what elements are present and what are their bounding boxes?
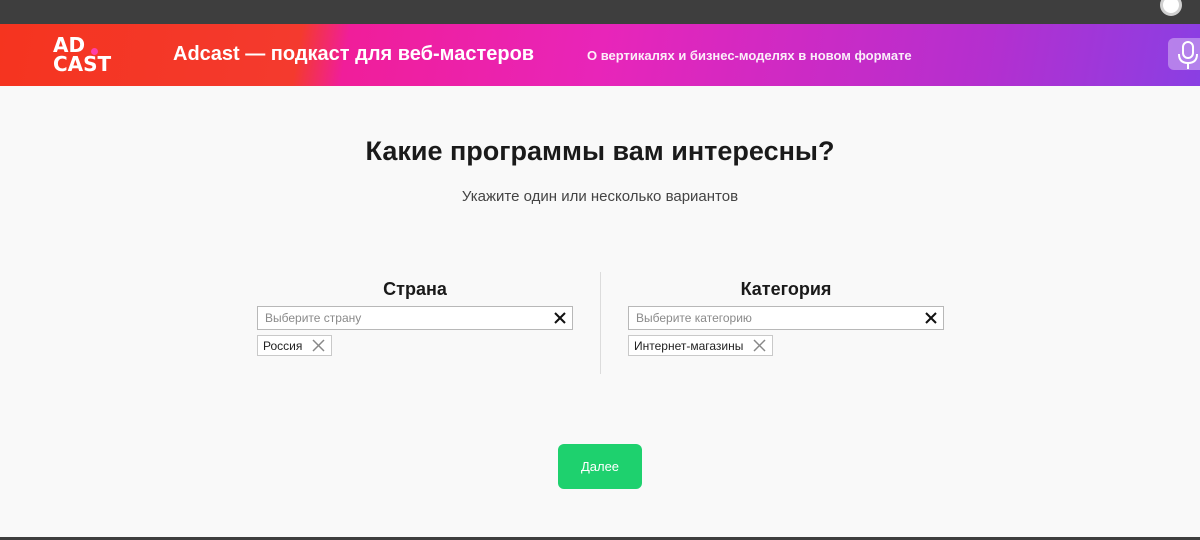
chat-icon[interactable] — [1160, 0, 1182, 16]
banner-title: Adcast — подкаст для веб-мастеров — [173, 43, 535, 65]
category-tag: Интернет-магазины — [628, 335, 774, 356]
country-title: Страна — [383, 279, 447, 299]
category-section: Категория Интернет-магазины — [628, 278, 944, 357]
country-tag: Россия — [257, 335, 333, 356]
category-title: Категория — [740, 279, 832, 299]
country-select[interactable] — [257, 306, 573, 330]
page-title: Какие программы вам интересны? — [365, 136, 835, 166]
page-hint: Укажите один или несколько вариантов — [461, 188, 739, 205]
adcast-logo: AD CAST — [53, 35, 117, 76]
country-selected-tags: Россия — [257, 335, 573, 357]
category-tag-label: Интернет-магазины — [634, 338, 744, 353]
microphone-icon — [1168, 38, 1200, 70]
country-search-input[interactable] — [258, 307, 538, 329]
browser-top-bar — [0, 0, 1200, 24]
remove-tag-icon[interactable] — [753, 339, 766, 352]
column-divider — [600, 272, 601, 374]
category-clear-icon[interactable] — [924, 311, 938, 325]
microphone-icon-glyph — [1178, 41, 1198, 69]
promo-banner[interactable]: AD CAST Adcast — подкаст для веб-мастеро… — [0, 24, 1200, 86]
country-clear-icon[interactable] — [553, 311, 567, 325]
logo-dot — [91, 48, 98, 55]
next-button[interactable]: Далее — [558, 444, 642, 489]
category-search-input[interactable] — [629, 307, 909, 329]
remove-tag-icon[interactable] — [312, 339, 325, 352]
country-section: Страна Россия — [257, 278, 573, 357]
category-selected-tags: Интернет-магазины — [628, 335, 944, 357]
country-tag-label: Россия — [263, 338, 303, 353]
category-select[interactable] — [628, 306, 944, 330]
banner-subtitle: О вертикалях и бизнес-моделях в новом фо… — [587, 48, 912, 63]
logo-line-2: CAST — [53, 52, 112, 76]
